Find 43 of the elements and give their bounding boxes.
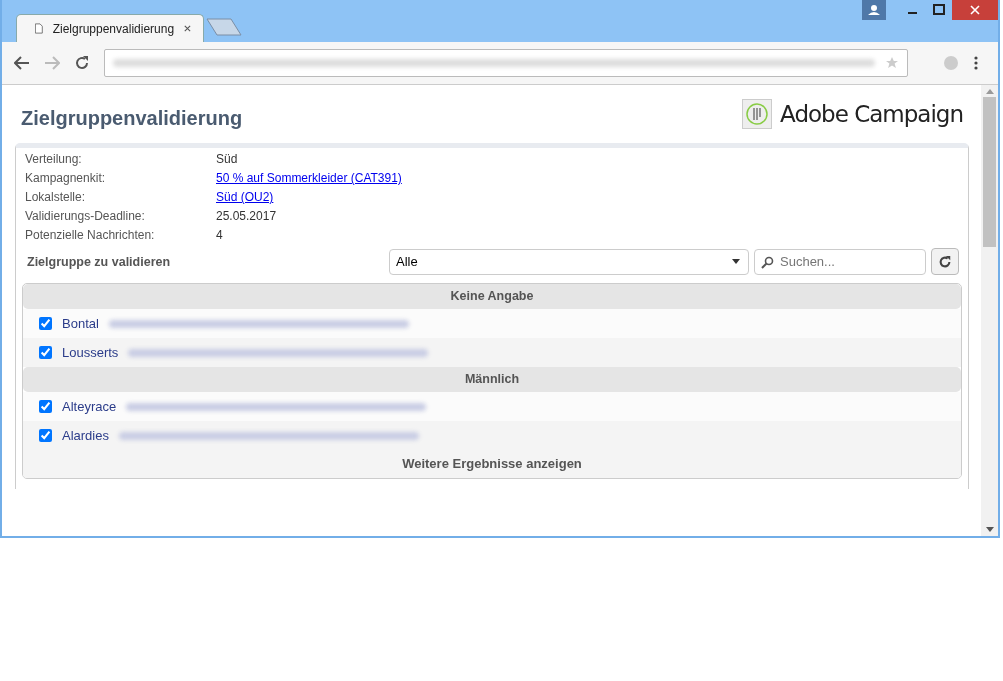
- close-icon[interactable]: [184, 24, 191, 33]
- reload-icon[interactable]: [74, 55, 90, 71]
- field-value: 25.05.2017: [216, 209, 278, 223]
- logo-text: Adobe Campaign: [780, 101, 963, 127]
- recipient-name: Alteyrace: [62, 399, 117, 414]
- field-label: Potenzielle Nachrichten:: [25, 228, 156, 242]
- link[interactable]: 50 % auf Sommerkleider (CAT391): [216, 171, 402, 185]
- scroll-thumb[interactable]: [983, 97, 996, 247]
- user-icon[interactable]: [862, 0, 886, 20]
- field-label: Verteilung:: [25, 152, 83, 166]
- refresh-button[interactable]: [931, 248, 959, 275]
- more-results-button[interactable]: Weitere Ergebnisse anzeigen: [23, 450, 961, 478]
- filter-dropdown[interactable]: Alle: [389, 248, 749, 275]
- back-icon[interactable]: [14, 56, 30, 70]
- browser-tab[interactable]: Zielgruppenvalidierung: [16, 14, 204, 42]
- checkbox[interactable]: [39, 346, 52, 359]
- star-icon[interactable]: [885, 56, 899, 70]
- recipient-name: Lousserts: [62, 345, 119, 360]
- field-label: Kampagnenkit:: [25, 171, 107, 185]
- logo-icon: [742, 99, 773, 129]
- reload-icon: [938, 254, 952, 269]
- field-label: Lokalstelle:: [25, 190, 87, 204]
- field-value: 4: [216, 228, 224, 242]
- group-header: Männlich: [23, 367, 961, 392]
- scroll-down-icon[interactable]: [985, 527, 994, 532]
- section-label: Zielgruppe zu validieren: [26, 254, 172, 269]
- caret-icon: [732, 259, 740, 264]
- checkbox[interactable]: [39, 429, 52, 442]
- search-field[interactable]: Suchen...: [754, 248, 926, 275]
- tab-title: Zielgruppenvalidierung: [52, 21, 175, 36]
- checkbox[interactable]: [39, 317, 52, 330]
- recipient-name: Bontal: [62, 316, 99, 331]
- menu-icon[interactable]: [974, 56, 978, 70]
- link[interactable]: Süd (OU2): [216, 190, 274, 204]
- checkbox[interactable]: [39, 400, 52, 413]
- scrollbar[interactable]: [981, 85, 998, 536]
- field-value: Süd: [216, 152, 239, 166]
- page-icon: [35, 22, 43, 35]
- group-header: Keine Angabe: [23, 284, 961, 309]
- recipient-name: Alardies: [62, 428, 109, 443]
- scroll-up-icon[interactable]: [985, 89, 994, 94]
- field-label: Validierungs-Deadline:: [25, 209, 146, 223]
- page-title: Zielgruppenvalidierung: [21, 106, 243, 130]
